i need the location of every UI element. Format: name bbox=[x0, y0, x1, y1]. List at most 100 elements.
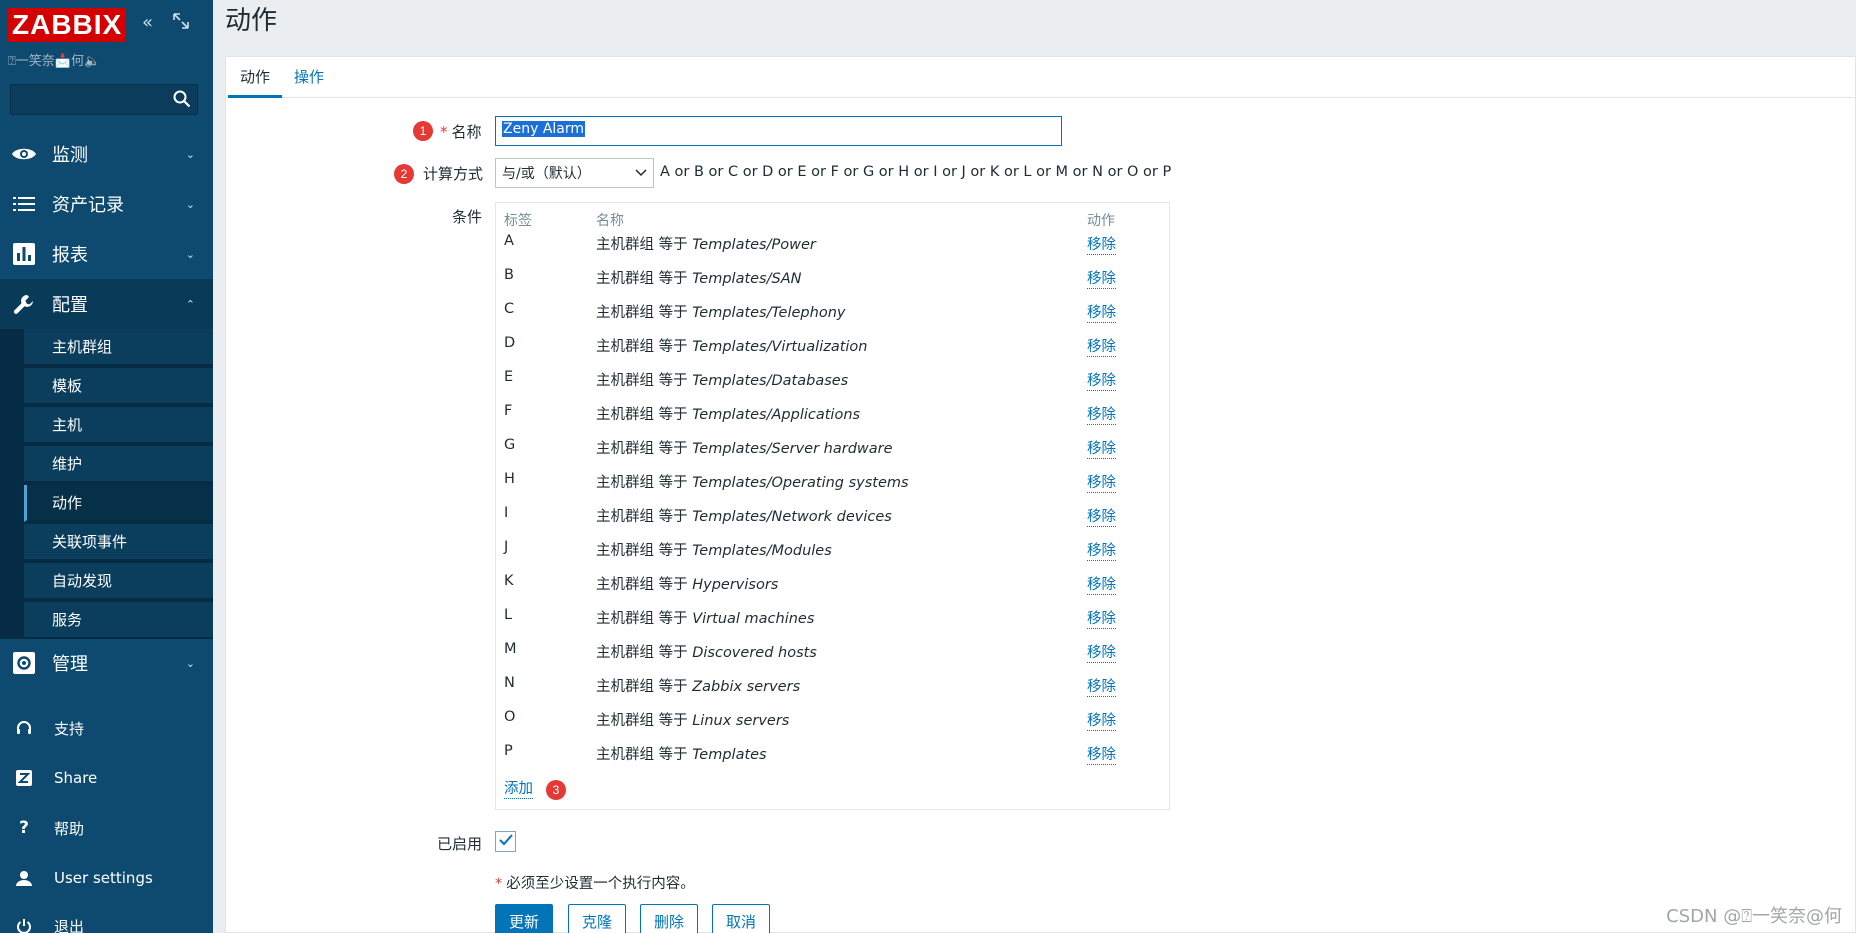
chevron-down-icon: ⌄ bbox=[185, 247, 195, 261]
submenu-hosts[interactable]: 主机 bbox=[24, 407, 213, 444]
chevron-down-icon: ⌄ bbox=[185, 147, 195, 161]
remove-condition-link[interactable]: 移除 bbox=[1087, 743, 1116, 765]
collapse-sidebar-icon[interactable]: « bbox=[142, 12, 153, 34]
condition-value: Templates/Applications bbox=[692, 407, 861, 423]
update-button[interactable]: 更新 bbox=[495, 904, 554, 933]
menu-user-settings[interactable]: User settings bbox=[0, 858, 213, 898]
remove-condition-link[interactable]: 移除 bbox=[1087, 403, 1116, 425]
submenu-templates[interactable]: 模板 bbox=[24, 368, 213, 405]
condition-label: L bbox=[504, 607, 513, 623]
calc-type-select[interactable]: 与/或（默认） bbox=[495, 158, 654, 188]
condition-name: 主机群组 等于 Templates/Network devices bbox=[596, 505, 892, 526]
remove-condition-link[interactable]: 移除 bbox=[1087, 335, 1116, 357]
user-line: ⍰一笑奈📩何🔈 bbox=[8, 54, 101, 69]
remove-condition-link[interactable]: 移除 bbox=[1087, 641, 1116, 663]
remove-condition-link[interactable]: 移除 bbox=[1087, 573, 1116, 595]
table-row: F 主机群组 等于 Templates/Applications 移除 bbox=[496, 395, 1169, 429]
condition-label: D bbox=[504, 335, 516, 351]
remove-condition-link[interactable]: 移除 bbox=[1087, 369, 1116, 391]
menu-administration[interactable]: 管理 ⌄ bbox=[0, 638, 213, 688]
user-icon bbox=[12, 870, 36, 886]
menu-inventory-label: 资产记录 bbox=[52, 195, 124, 216]
tab-operations[interactable]: 操作 bbox=[282, 57, 336, 98]
condition-prefix: 主机群组 等于 bbox=[596, 611, 688, 627]
tab-bar: 动作 操作 bbox=[226, 57, 1855, 98]
menu-sign-out[interactable]: 退出 bbox=[0, 906, 213, 933]
enabled-label: 已启用 bbox=[437, 835, 483, 853]
search-icon[interactable] bbox=[173, 90, 191, 108]
check-icon bbox=[498, 833, 513, 850]
condition-name: 主机群组 等于 Templates/SAN bbox=[596, 267, 801, 288]
submenu-host-groups[interactable]: 主机群组 bbox=[24, 329, 213, 366]
condition-name: 主机群组 等于 Templates/Telephony bbox=[596, 301, 845, 322]
table-row: A 主机群组 等于 Templates/Power 移除 bbox=[496, 225, 1169, 259]
condition-value: Templates/SAN bbox=[692, 271, 802, 287]
remove-condition-link[interactable]: 移除 bbox=[1087, 675, 1116, 697]
condition-label: A bbox=[504, 233, 514, 249]
condition-prefix: 主机群组 等于 bbox=[596, 407, 688, 423]
submenu-services[interactable]: 服务 bbox=[24, 602, 213, 639]
cancel-button[interactable]: 取消 bbox=[712, 904, 771, 933]
menu-reports[interactable]: 报表 ⌄ bbox=[0, 229, 213, 279]
submenu-event-correlation[interactable]: 关联项事件 bbox=[24, 524, 213, 561]
add-condition-link[interactable]: 添加 bbox=[504, 777, 533, 799]
condition-name: 主机群组 等于 Templates/Modules bbox=[596, 539, 832, 560]
condition-name: 主机群组 等于 Templates/Server hardware bbox=[596, 437, 893, 458]
conditions-label: 条件 bbox=[452, 208, 483, 226]
clone-button[interactable]: 克隆 bbox=[568, 904, 627, 933]
condition-value: Templates/Databases bbox=[692, 373, 849, 389]
delete-button[interactable]: 删除 bbox=[640, 904, 699, 933]
remove-condition-link[interactable]: 移除 bbox=[1087, 505, 1116, 527]
condition-name: 主机群组 等于 Linux servers bbox=[596, 709, 789, 730]
condition-prefix: 主机群组 等于 bbox=[596, 339, 688, 355]
condition-prefix: 主机群组 等于 bbox=[596, 747, 688, 763]
condition-label: K bbox=[504, 573, 514, 589]
table-row: D 主机群组 等于 Templates/Virtualization 移除 bbox=[496, 327, 1169, 361]
submenu-discovery[interactable]: 自动发现 bbox=[24, 563, 213, 600]
note-star: * bbox=[495, 876, 503, 892]
enabled-checkbox[interactable] bbox=[495, 831, 516, 852]
condition-name: 主机群组 等于 Templates/Applications bbox=[596, 403, 860, 424]
condition-value: Templates/Network devices bbox=[692, 509, 892, 525]
name-label-text: 名称 bbox=[451, 123, 482, 141]
search-input[interactable] bbox=[10, 84, 198, 115]
table-row: G 主机群组 等于 Templates/Server hardware 移除 bbox=[496, 429, 1169, 463]
menu-monitoring[interactable]: 监测 ⌄ bbox=[0, 129, 213, 179]
remove-condition-link[interactable]: 移除 bbox=[1087, 301, 1116, 323]
table-row: H 主机群组 等于 Templates/Operating systems 移除 bbox=[496, 463, 1169, 497]
table-row: N 主机群组 等于 Zabbix servers 移除 bbox=[496, 667, 1169, 701]
menu-support-label: 支持 bbox=[54, 719, 85, 738]
condition-name: 主机群组 等于 Templates/Databases bbox=[596, 369, 848, 390]
condition-value: Templates/Operating systems bbox=[692, 475, 909, 491]
menu-administration-label: 管理 bbox=[52, 654, 88, 675]
remove-condition-link[interactable]: 移除 bbox=[1087, 233, 1116, 255]
menu-configuration[interactable]: 配置 ⌃ bbox=[0, 279, 213, 329]
menu-support[interactable]: 支持 bbox=[0, 708, 213, 748]
submenu-actions[interactable]: 动作 bbox=[24, 485, 213, 522]
kiosk-mode-icon[interactable] bbox=[172, 12, 190, 36]
tab-action[interactable]: 动作 bbox=[228, 57, 283, 98]
zabbix-logo[interactable]: ZABBIX bbox=[8, 8, 127, 42]
calc-expression: A or B or C or D or E or F or G or H or … bbox=[660, 164, 1172, 180]
menu-share[interactable]: Share bbox=[0, 758, 213, 798]
table-row: C 主机群组 等于 Templates/Telephony 移除 bbox=[496, 293, 1169, 327]
condition-value: Linux servers bbox=[692, 713, 790, 729]
annotation-badge-3: 3 bbox=[546, 780, 566, 800]
menu-help[interactable]: ? 帮助 bbox=[0, 808, 213, 848]
name-field-value: Zeny Alarm bbox=[502, 121, 586, 137]
menu-reports-label: 报表 bbox=[52, 245, 88, 266]
share-z-icon bbox=[12, 770, 36, 786]
remove-condition-link[interactable]: 移除 bbox=[1087, 709, 1116, 731]
remove-condition-link[interactable]: 移除 bbox=[1087, 539, 1116, 561]
remove-condition-link[interactable]: 移除 bbox=[1087, 607, 1116, 629]
condition-value: Hypervisors bbox=[692, 577, 779, 593]
submenu-maintenance[interactable]: 维护 bbox=[24, 446, 213, 483]
condition-name: 主机群组 等于 Templates/Virtualization bbox=[596, 335, 868, 356]
name-field[interactable]: Zeny Alarm bbox=[495, 116, 1062, 146]
condition-value: Discovered hosts bbox=[692, 645, 817, 661]
condition-prefix: 主机群组 等于 bbox=[596, 305, 688, 321]
remove-condition-link[interactable]: 移除 bbox=[1087, 471, 1116, 493]
menu-inventory[interactable]: 资产记录 ⌄ bbox=[0, 179, 213, 229]
remove-condition-link[interactable]: 移除 bbox=[1087, 267, 1116, 289]
remove-condition-link[interactable]: 移除 bbox=[1087, 437, 1116, 459]
